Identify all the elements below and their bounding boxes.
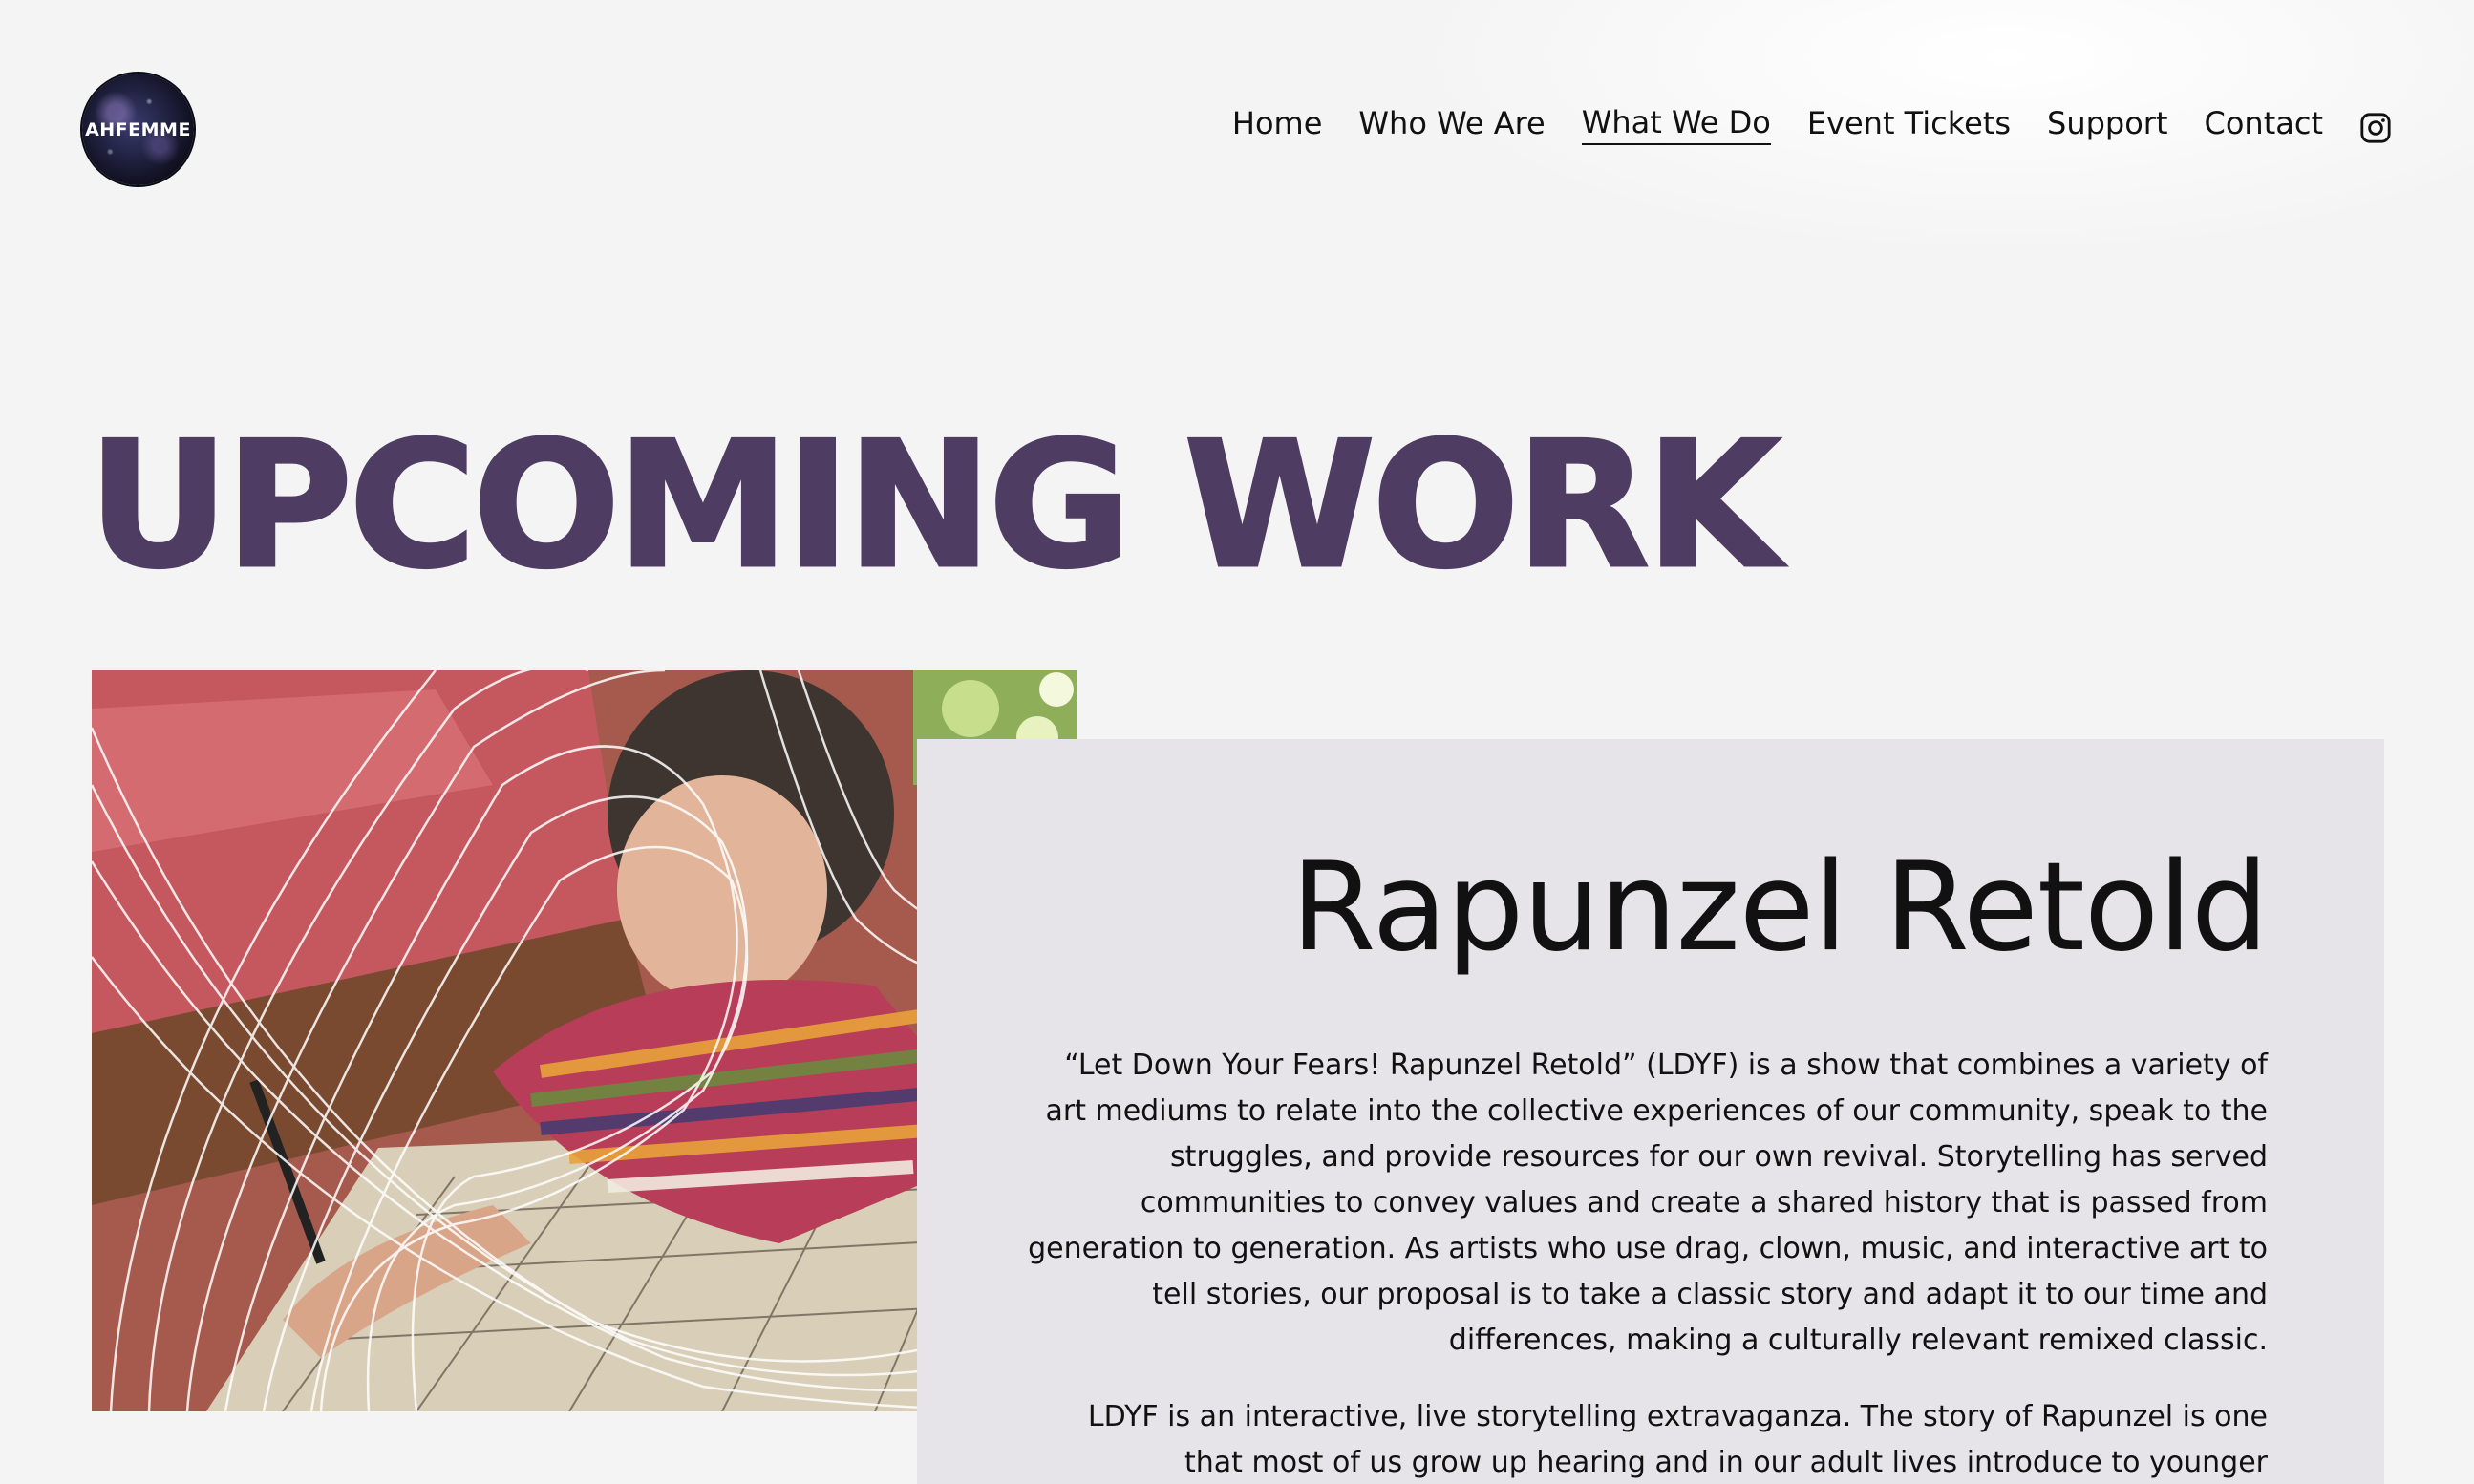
nav-item-what-we-do[interactable]: What We Do: [1581, 107, 1771, 145]
feature-paragraph: “Let Down Your Fears! Rapunzel Retold” (…: [1028, 1049, 2268, 1357]
instagram-icon[interactable]: [2359, 112, 2392, 144]
logo-text: AHFEMME: [85, 118, 191, 140]
site-logo[interactable]: AHFEMME: [82, 74, 194, 185]
main-nav: Home Who We Are What We Do Event Tickets…: [1232, 107, 2323, 145]
nav-item-home[interactable]: Home: [1232, 108, 1323, 144]
feature-title: Rapunzel Retold: [1290, 837, 2269, 979]
feature-paragraph: LDYF is an interactive, live storytellin…: [1087, 1400, 2268, 1479]
nav-item-contact[interactable]: Contact: [2205, 108, 2324, 144]
feature-body: “Let Down Your Fears! Rapunzel Retold” (…: [1026, 1043, 2268, 1484]
page: AHFEMME Home Who We Are What We Do Event…: [0, 0, 2474, 1484]
feature-card: Rapunzel Retold “Let Down Your Fears! Ra…: [917, 739, 2384, 1484]
nav-item-who-we-are[interactable]: Who We Are: [1358, 108, 1545, 144]
page-title: UPCOMING WORK: [87, 404, 1782, 606]
nav-item-support[interactable]: Support: [2047, 108, 2168, 144]
nav-item-event-tickets[interactable]: Event Tickets: [1807, 108, 2011, 144]
